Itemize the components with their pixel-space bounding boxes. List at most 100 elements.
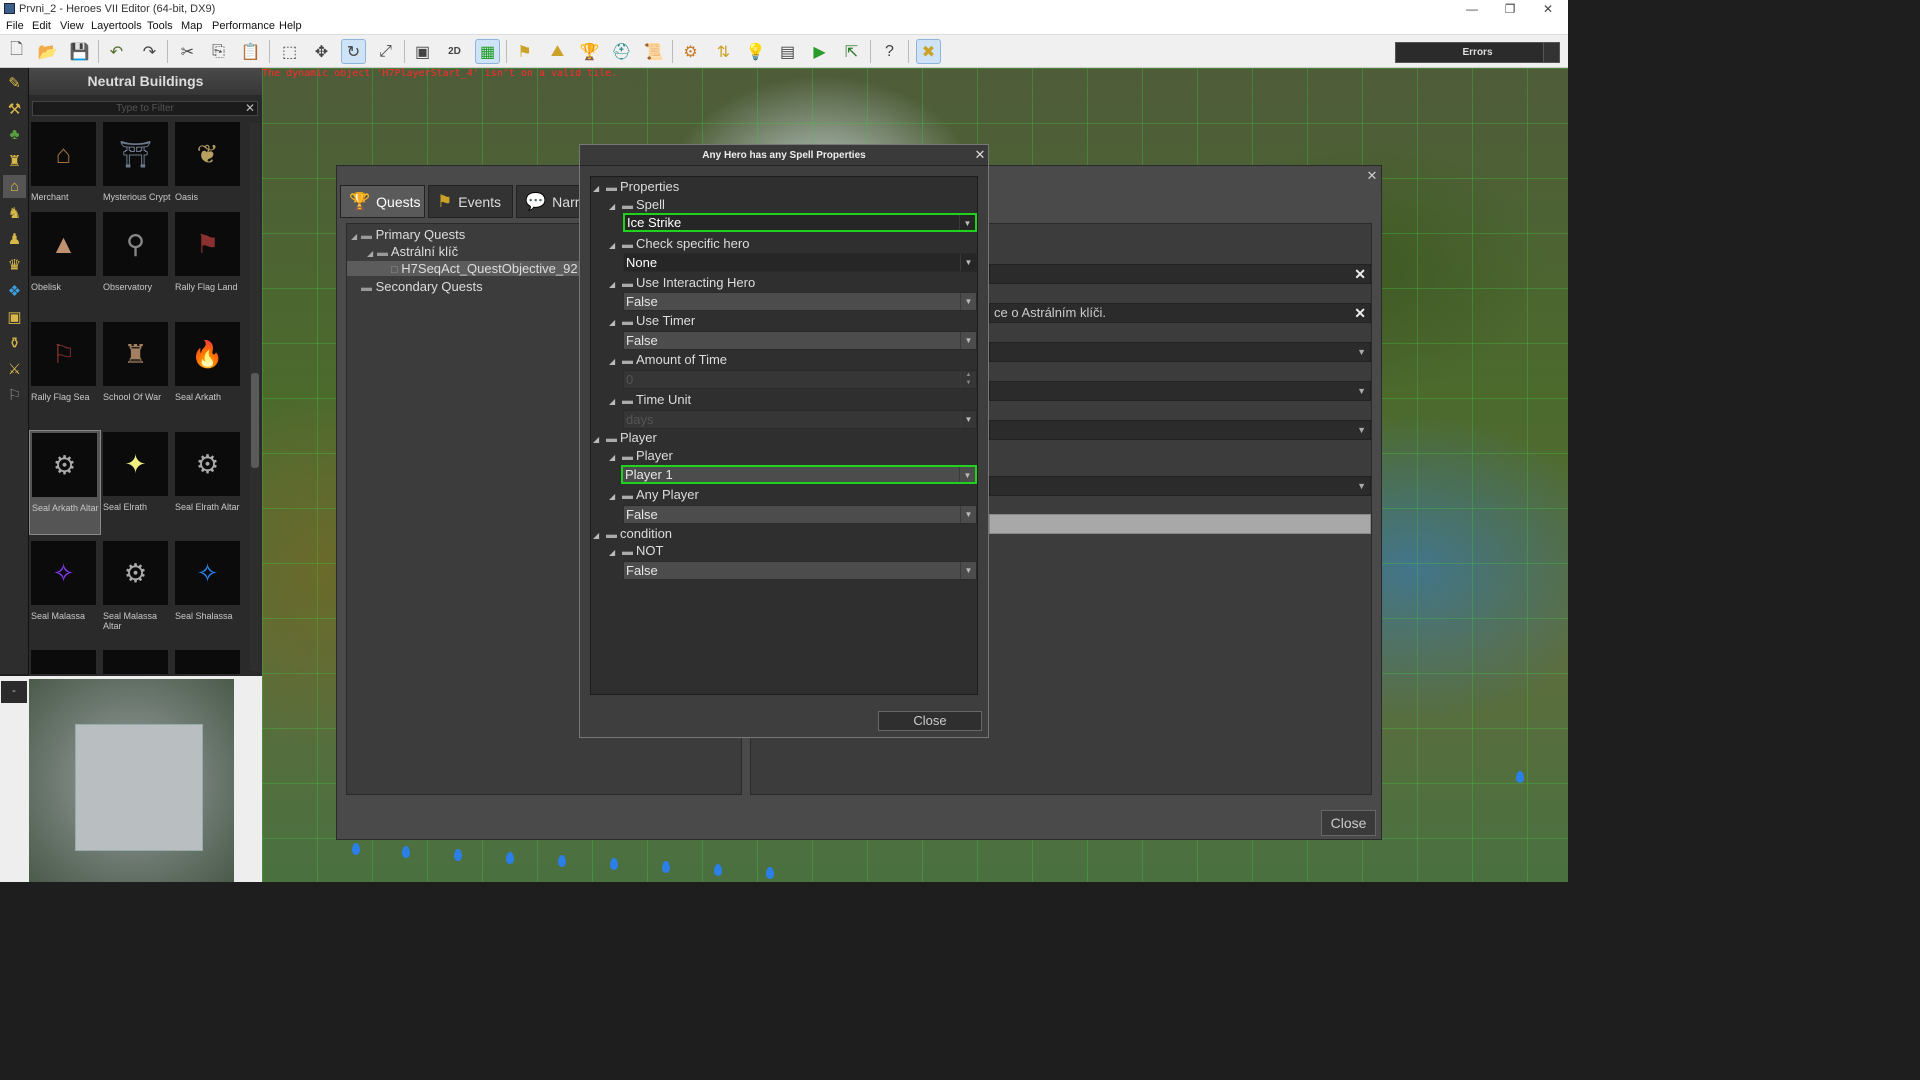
dialog-close-icon[interactable]: ✕ <box>973 147 987 163</box>
chevron-down-icon[interactable]: ▼ <box>959 215 975 230</box>
move-icon[interactable]: ✥ <box>309 39 334 64</box>
amount-of-time-stepper[interactable]: 0 ▲ ▼ <box>623 370 977 389</box>
menu-map[interactable]: Map <box>181 20 202 32</box>
clear-filter-icon[interactable]: ✕ <box>243 101 257 116</box>
neutral-building-tool-icon[interactable]: ⌂ <box>3 175 26 198</box>
open-folder-icon[interactable]: 📂 <box>35 39 60 64</box>
chest-tool-icon[interactable]: ▣ <box>3 305 26 328</box>
play-icon[interactable]: ▶ <box>807 39 832 64</box>
building-tile-seal-arkath[interactable]: 🔥 Seal Arkath <box>173 320 245 425</box>
group-use-interacting-hero[interactable]: ◢ ▬ Use Interacting Hero <box>609 275 755 290</box>
trophy-icon[interactable]: 🏆 <box>577 39 602 64</box>
chevron-down-icon[interactable]: ▼ <box>960 506 976 523</box>
errors-dropdown-icon[interactable] <box>1543 43 1559 62</box>
building-tile-seal-malassa-altar[interactable]: ⚙ Seal Malassa Altar <box>101 539 173 644</box>
menu-layertools[interactable]: Layertools <box>91 20 142 32</box>
collapse-arrow-icon[interactable]: ◢ <box>609 453 622 462</box>
tab-quests[interactable]: 🏆 Quests <box>340 185 425 218</box>
tree-item-primary-quests[interactable]: ◢ ▬ Primary Quests <box>351 227 465 242</box>
group-use-timer[interactable]: ◢ ▬ Use Timer <box>609 313 695 328</box>
chevron-down-icon[interactable]: ▼ <box>960 254 976 271</box>
menu-tools[interactable]: Tools <box>147 20 173 32</box>
scale-icon[interactable]: ⤢ <box>373 39 398 64</box>
menu-view[interactable]: View <box>60 20 84 32</box>
arrows-icon[interactable]: ⇅ <box>711 39 736 64</box>
building-tile-school-of-war[interactable]: ♜ School Of War <box>101 320 173 425</box>
properties-close-button[interactable]: Close <box>878 711 982 731</box>
stepper-arrows-icon[interactable]: ▲ ▼ <box>960 371 976 388</box>
group-time-unit[interactable]: ◢ ▬ Time Unit <box>609 392 691 407</box>
redo-icon[interactable]: ↷ <box>137 39 162 64</box>
group-condition[interactable]: ◢ ▬ condition <box>593 526 672 541</box>
collapse-arrow-icon[interactable]: ◢ <box>609 492 622 501</box>
building-tile-seal-elrath-altar[interactable]: ⚙ Seal Elrath Altar <box>173 430 245 535</box>
collapse-arrow-icon[interactable]: ◢ <box>609 548 622 557</box>
player-select[interactable]: Player 1 ▼ <box>621 465 977 484</box>
tree-item-astralni-klic[interactable]: ◢ ▬ Astrální klíč <box>367 244 458 259</box>
collapse-arrow-icon[interactable]: ◢ <box>609 318 622 327</box>
crystal-tool-icon[interactable]: ❖ <box>3 279 26 302</box>
2d-view-icon[interactable]: 2D <box>442 39 467 64</box>
group-not[interactable]: ◢ ▬ NOT <box>609 543 663 558</box>
collapse-arrow-icon[interactable]: ◢ <box>609 280 622 289</box>
rotate-icon[interactable]: ↻ <box>341 39 366 64</box>
helmet-icon[interactable]: ⛑ <box>609 39 634 64</box>
collapse-arrow-icon[interactable]: ◢ <box>609 397 622 406</box>
settings-icon[interactable]: ⚙ <box>678 39 703 64</box>
chevron-down-icon[interactable]: ▼ <box>960 293 976 310</box>
claw-tool-icon[interactable]: ⚔ <box>3 357 26 380</box>
collapse-arrow-icon[interactable]: ◢ <box>593 435 606 444</box>
quest-dialog-close-button[interactable]: Close <box>1321 810 1376 836</box>
group-player-root[interactable]: ◢ ▬ Player <box>593 430 657 445</box>
quest-description-field[interactable]: ce o Astrálním klíči. ✕ <box>989 303 1371 323</box>
quest-dropdown-3[interactable]: ▼ <box>989 420 1371 440</box>
group-properties[interactable]: ◢ ▬ Properties <box>593 179 679 194</box>
building-tile-observatory[interactable]: ⚲ Observatory <box>101 210 173 315</box>
use-interacting-hero-select[interactable]: False ▼ <box>623 292 977 311</box>
building-tile-seal-shalassa[interactable]: ✧ Seal Shalassa <box>173 539 245 644</box>
hammer-tool-icon[interactable]: ⚒ <box>3 97 26 120</box>
layer-icon[interactable]: ⚑ <box>512 39 537 64</box>
town-tool-icon[interactable]: ♜ <box>3 149 26 172</box>
group-amount-of-time[interactable]: ◢ ▬ Amount of Time <box>609 352 727 367</box>
chevron-down-icon[interactable]: ▼ <box>960 411 976 428</box>
building-tile-rally-flag-land[interactable]: ⚑ Rally Flag Land <box>173 210 245 315</box>
group-check-specific-hero[interactable]: ◢ ▬ Check specific hero <box>609 236 749 251</box>
maximize-button[interactable]: ❐ <box>1490 1 1530 17</box>
errors-button[interactable]: Errors <box>1395 42 1560 63</box>
collapse-arrow-icon[interactable]: ◢ <box>593 184 606 193</box>
quest-dialog-close-icon[interactable]: ✕ <box>1364 168 1380 184</box>
cross-tool-icon[interactable]: ✖ <box>916 39 941 64</box>
building-tile-seal-arkath-altar[interactable]: ⚙ Seal Arkath Altar <box>29 430 101 535</box>
use-timer-select[interactable]: False ▼ <box>623 331 977 350</box>
quest-dropdown-4[interactable]: ▼ <box>989 476 1371 496</box>
panel-scrollbar[interactable] <box>250 123 260 671</box>
building-tile-seal-malassa[interactable]: ✧ Seal Malassa <box>29 539 101 644</box>
save-icon[interactable]: 💾 <box>67 39 92 64</box>
not-select[interactable]: False ▼ <box>623 561 977 580</box>
clear-icon[interactable]: ✕ <box>1354 265 1366 283</box>
chevron-down-icon[interactable]: ▼ <box>960 562 976 579</box>
building-tile-rally-flag-sea[interactable]: ⚐ Rally Flag Sea <box>29 320 101 425</box>
group-player[interactable]: ◢ ▬ Player <box>609 448 673 463</box>
clear-icon[interactable]: ✕ <box>1354 304 1366 322</box>
chevron-down-icon[interactable]: ▼ <box>959 467 975 482</box>
script-icon[interactable]: 📜 <box>641 39 666 64</box>
menu-edit[interactable]: Edit <box>32 20 51 32</box>
menu-file[interactable]: File <box>6 20 24 32</box>
building-tile-partial[interactable] <box>101 648 173 674</box>
expand-arrow-icon[interactable]: ◢ <box>367 249 377 258</box>
tab-narration[interactable]: 💬 Narr <box>516 185 586 218</box>
potion-tool-icon[interactable]: ⚱ <box>3 331 26 354</box>
close-window-button[interactable]: ✕ <box>1528 1 1568 17</box>
terrain-icon[interactable]: ⛰ <box>545 39 570 64</box>
chevron-down-icon[interactable]: ▼ <box>960 332 976 349</box>
paste-icon[interactable]: 📋 <box>238 39 263 64</box>
building-tile-partial[interactable] <box>173 648 245 674</box>
misc-tool-icon[interactable]: ⚐ <box>3 383 26 406</box>
group-any-player[interactable]: ◢ ▬ Any Player <box>609 487 699 502</box>
select-icon[interactable]: ⬚ <box>277 39 302 64</box>
quest-dropdown-2[interactable]: ▼ <box>989 381 1371 401</box>
cut-icon[interactable]: ✂ <box>175 39 200 64</box>
specific-hero-select[interactable]: None ▼ <box>623 253 977 272</box>
